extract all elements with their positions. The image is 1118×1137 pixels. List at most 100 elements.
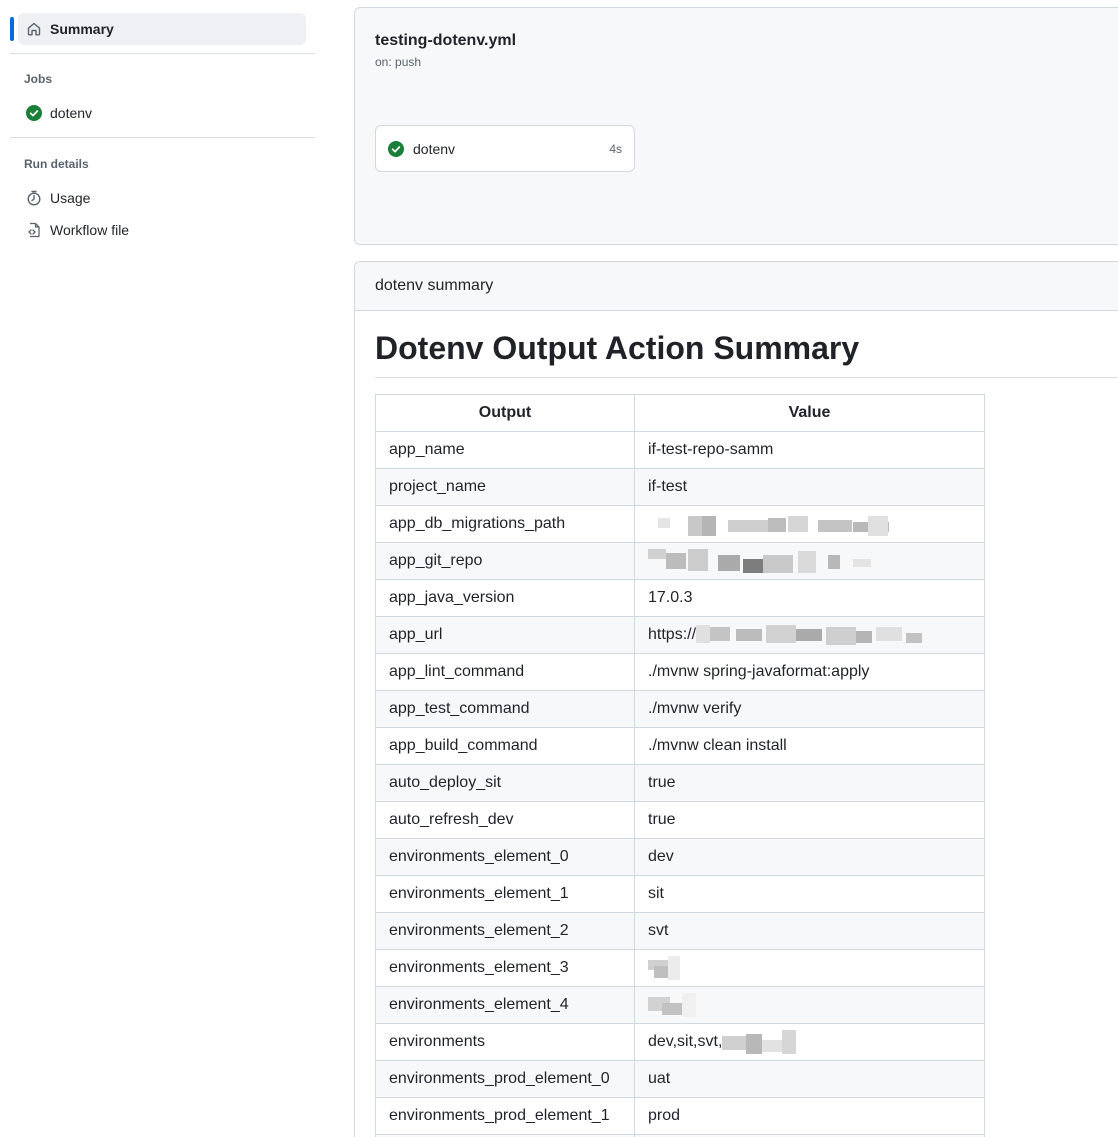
table-row: environments_element_2 svt xyxy=(375,912,985,950)
workflow-graph-panel: testing-dotenv.yml on: push dotenv 4s xyxy=(354,7,1118,245)
sidebar-item-summary[interactable]: Summary xyxy=(18,13,306,45)
sidebar-item-label: Workflow file xyxy=(50,222,130,238)
output-value-cell: 17.0.3 xyxy=(634,579,985,617)
redacted-value-image xyxy=(648,993,696,1017)
output-value-cell: uat xyxy=(634,1060,985,1098)
output-key-cell: app_url xyxy=(375,616,635,654)
output-value-cell: ./mvnw spring-javaformat:apply xyxy=(634,653,985,691)
output-value-text: https:// xyxy=(648,626,697,644)
workflow-trigger: on: push xyxy=(375,55,422,69)
divider xyxy=(10,53,315,54)
job-name: dotenv xyxy=(413,140,456,157)
redacted-value-image xyxy=(696,623,923,647)
sidebar-item-label: Usage xyxy=(50,190,91,206)
output-key-cell: environments_prod_element_1 xyxy=(375,1097,635,1135)
sidebar-item-dotenv[interactable]: dotenv xyxy=(26,101,92,125)
job-card-dotenv[interactable]: dotenv 4s xyxy=(375,125,635,172)
table-row: app_java_version 17.0.3 xyxy=(375,579,985,617)
table-row: auto_deploy_sit true xyxy=(375,764,985,802)
run-details-heading: Run details xyxy=(24,157,89,171)
table-row: environments dev,sit,svt, xyxy=(375,1023,985,1061)
output-key-cell: environments_element_1 xyxy=(375,875,635,913)
column-header-value: Value xyxy=(634,394,985,432)
output-key-cell: project_name xyxy=(375,468,635,506)
output-key-cell: app_name xyxy=(375,431,635,469)
output-value-cell xyxy=(634,949,985,987)
output-value-cell: https:// xyxy=(634,616,985,654)
table-row: app_build_command ./mvnw clean install xyxy=(375,727,985,765)
output-key-cell: app_lint_command xyxy=(375,653,635,691)
table-row: project_name if-test xyxy=(375,468,985,506)
divider xyxy=(10,137,315,138)
output-value-cell: true xyxy=(634,764,985,802)
output-value-cell: true xyxy=(634,801,985,839)
column-header-output: Output xyxy=(375,394,635,432)
table-row: environments_prod_element_0 uat xyxy=(375,1060,985,1098)
output-value-text: ./mvnw spring-javaformat:apply xyxy=(648,663,870,680)
output-value-cell: ./mvnw clean install xyxy=(634,727,985,765)
sidebar-item-label: Summary xyxy=(50,21,114,37)
job-duration: 4s xyxy=(609,141,622,156)
output-key-cell: auto_refresh_dev xyxy=(375,801,635,839)
stopwatch-icon xyxy=(26,190,42,206)
table-row: environments_element_3 xyxy=(375,949,985,987)
table-row: app_lint_command ./mvnw spring-javaformat… xyxy=(375,653,985,691)
table-row: environments_element_0 dev xyxy=(375,838,985,876)
divider xyxy=(375,377,1118,378)
output-key-cell: app_db_migrations_path xyxy=(375,505,635,543)
output-value-cell: if-test xyxy=(634,468,985,506)
output-value-cell: if-test-repo-samm xyxy=(634,431,985,469)
table-header-row: Output Value xyxy=(375,394,985,432)
output-key-cell: environments_prod_element_0 xyxy=(375,1060,635,1098)
output-key-cell: app_build_command xyxy=(375,727,635,765)
redacted-value-image xyxy=(648,512,889,536)
output-table: Output Value app_name if-test-repo-samm pr… xyxy=(375,394,985,1137)
output-value-cell: sit xyxy=(634,875,985,913)
output-value-text: dev,sit,svt, xyxy=(648,1033,723,1051)
output-value-text: sit xyxy=(648,885,664,902)
output-value-text: ./mvnw verify xyxy=(648,700,742,717)
redacted-value-image xyxy=(648,956,680,980)
table-row: environments_prod_element_1 prod xyxy=(375,1097,985,1135)
redacted-value-image xyxy=(648,549,871,573)
job-summary-panel: dotenv summary Dotenv Output Action Summ… xyxy=(354,261,1118,1137)
table-row: app_git_repo xyxy=(375,542,985,580)
check-circle-icon xyxy=(26,105,42,121)
output-value-text: if-test xyxy=(648,478,688,495)
output-key-cell: app_git_repo xyxy=(375,542,635,580)
sidebar-item-usage[interactable]: Usage xyxy=(26,186,90,210)
output-key-cell: auto_deploy_sit xyxy=(375,764,635,802)
output-value-text: ./mvnw clean install xyxy=(648,737,787,754)
output-value-cell xyxy=(634,505,985,543)
table-row: app_test_command ./mvnw verify xyxy=(375,690,985,728)
actions-run-page: Summary Jobs dotenv Run details Usage Wo… xyxy=(0,0,1118,1137)
output-key-cell: environments_element_3 xyxy=(375,949,635,987)
jobs-heading: Jobs xyxy=(24,72,53,86)
output-value-cell: prod xyxy=(634,1097,985,1135)
sidebar: Summary Jobs dotenv Run details Usage Wo… xyxy=(0,0,330,1137)
output-table-body: app_name if-test-repo-samm project_name if-… xyxy=(375,431,985,1137)
home-icon xyxy=(26,21,42,37)
table-row: auto_refresh_dev true xyxy=(375,801,985,839)
output-value-text: dev xyxy=(648,848,674,865)
workflow-file-name: testing-dotenv.yml xyxy=(375,32,517,49)
table-row: app_url https:// xyxy=(375,616,985,654)
summary-title: Dotenv Output Action Summary xyxy=(375,330,860,366)
output-key-cell: environments xyxy=(375,1023,635,1061)
sidebar-item-workflow-file[interactable]: Workflow file xyxy=(26,218,129,242)
table-row: environments_element_4 xyxy=(375,986,985,1024)
output-value-cell: ./mvnw verify xyxy=(634,690,985,728)
output-key-cell: environments_element_4 xyxy=(375,986,635,1024)
output-key-cell: environments_element_0 xyxy=(375,838,635,876)
file-code-icon xyxy=(26,222,42,238)
output-value-text: svt xyxy=(648,922,669,939)
output-value-text: true xyxy=(648,774,676,791)
sidebar-item-label: dotenv xyxy=(50,105,93,121)
output-value-text: prod xyxy=(648,1107,681,1124)
output-key-cell: environments_element_2 xyxy=(375,912,635,950)
output-value-text: 17.0.3 xyxy=(648,589,693,606)
table-row: app_db_migrations_path xyxy=(375,505,985,543)
summary-header: dotenv summary xyxy=(355,262,1118,311)
table-row: environments_element_1 sit xyxy=(375,875,985,913)
output-value-cell xyxy=(634,986,985,1024)
